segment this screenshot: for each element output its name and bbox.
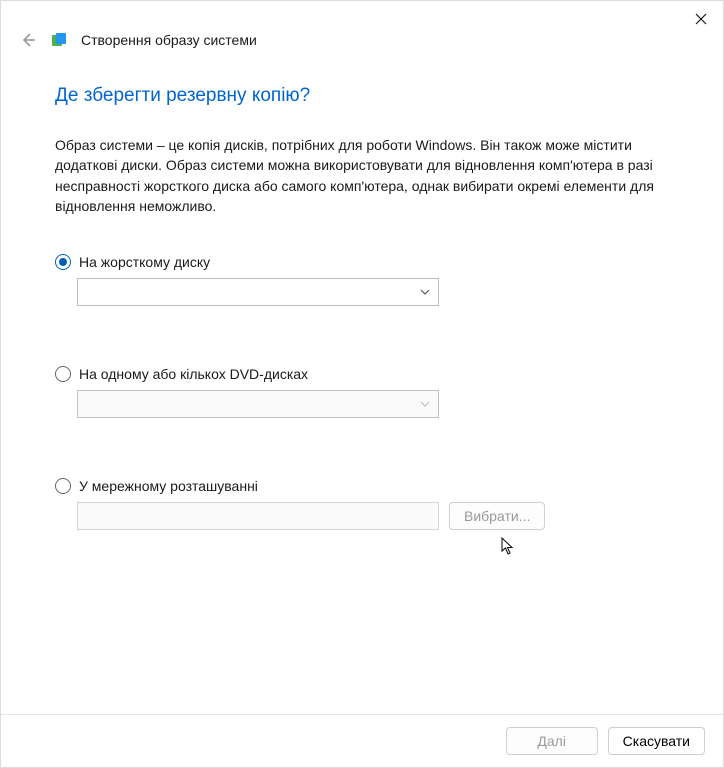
option-network: У мережному розташуванні Вибрати...: [55, 478, 669, 530]
header: Створення образу системи: [1, 31, 723, 53]
radio-dvd[interactable]: [55, 366, 71, 382]
close-icon: [695, 13, 707, 25]
radio-hard-disk[interactable]: [55, 254, 71, 270]
radio-network[interactable]: [55, 478, 71, 494]
label-dvd[interactable]: На одному або кількох DVD-дисках: [79, 366, 308, 382]
browse-button: Вибрати...: [449, 502, 545, 530]
label-network[interactable]: У мережному розташуванні: [79, 478, 258, 494]
close-button[interactable]: [689, 7, 713, 31]
cancel-button[interactable]: Скасувати: [608, 727, 705, 755]
dvd-select: [77, 390, 439, 418]
label-hard-disk[interactable]: На жорсткому диску: [79, 254, 210, 270]
next-button: Далі: [506, 727, 598, 755]
titlebar: [1, 1, 723, 31]
footer: Далі Скасувати: [1, 714, 723, 767]
back-button[interactable]: [19, 31, 37, 49]
option-dvd: На одному або кількох DVD-дисках: [55, 366, 669, 418]
page-heading: Де зберегти резервну копію?: [55, 85, 669, 107]
hard-disk-select[interactable]: [77, 278, 439, 306]
app-icon: [51, 32, 67, 48]
chevron-down-icon: [420, 401, 430, 407]
wizard-window: Створення образу системи Де зберегти рез…: [0, 0, 724, 768]
content-area: Де зберегти резервну копію? Образ систем…: [1, 53, 723, 714]
back-arrow-icon: [19, 31, 37, 49]
header-title: Створення образу системи: [81, 32, 257, 48]
network-path-input: [77, 502, 439, 530]
chevron-down-icon: [420, 289, 430, 295]
description-text: Образ системи – це копія дисків, потрібн…: [55, 135, 655, 216]
option-hard-disk: На жорсткому диску: [55, 254, 669, 306]
